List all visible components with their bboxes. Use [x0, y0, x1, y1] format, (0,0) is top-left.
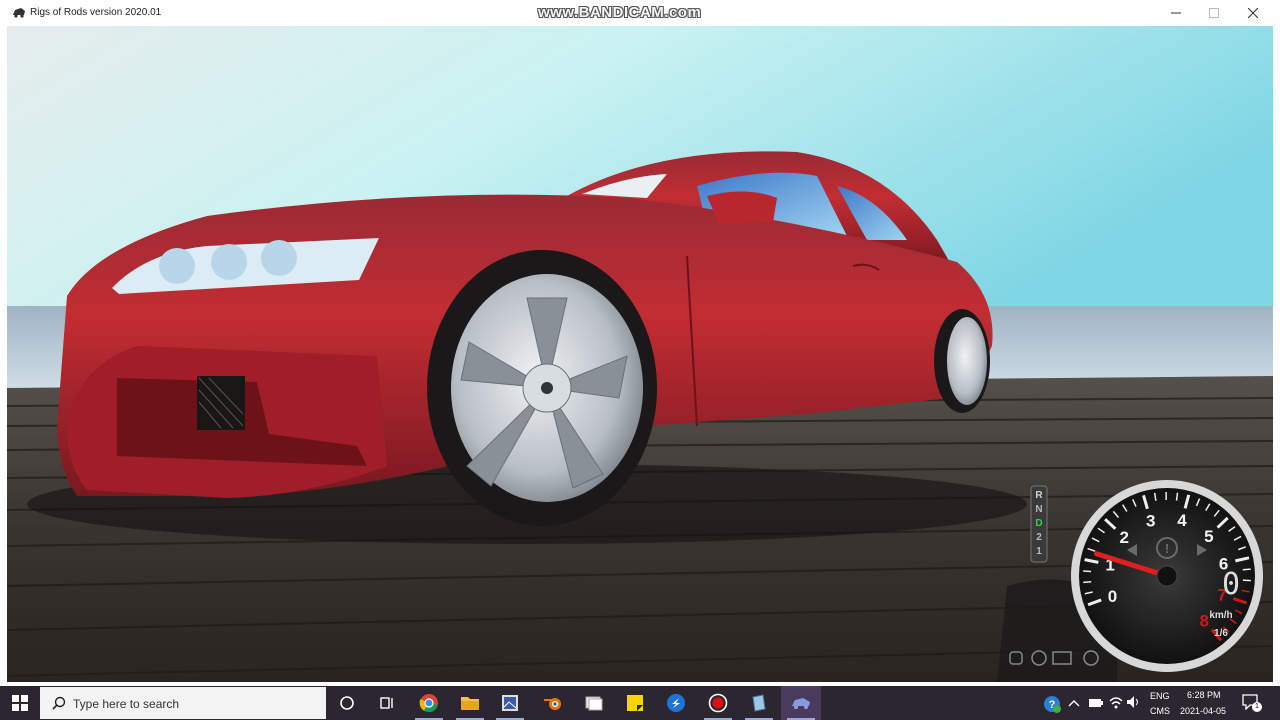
- taskbar-app-sticky-notes[interactable]: [615, 686, 655, 720]
- bandicam-icon: [708, 693, 728, 713]
- close-button[interactable]: [1233, 0, 1273, 26]
- app-icon: [13, 8, 25, 18]
- taskbar-app-chrome[interactable]: [409, 686, 449, 720]
- taskbar-app-vpn[interactable]: [656, 686, 696, 720]
- blender-icon: [544, 698, 561, 710]
- rigs-of-rods-icon: [792, 698, 810, 710]
- minimize-button[interactable]: [1156, 0, 1196, 26]
- battery-icon[interactable]: [1088, 697, 1104, 709]
- tach-label: 3: [1146, 511, 1155, 530]
- shifter-position-label: 1: [1036, 546, 1042, 557]
- shifter-position-label: R: [1035, 490, 1043, 501]
- windows-logo-icon: [12, 695, 28, 711]
- close-icon: [1248, 8, 1258, 18]
- game-viewport[interactable]: RND21 012345678 ! 0 km/h 1/6: [7, 26, 1273, 682]
- shifter-position-label: 2: [1036, 532, 1042, 543]
- language-indicator[interactable]: ENG: [1150, 691, 1170, 701]
- chevron-up-icon[interactable]: [1068, 698, 1080, 708]
- shifter-position-label: D: [1035, 518, 1042, 529]
- cortana-button[interactable]: [327, 686, 367, 720]
- game-window: Rigs of Rods version 2020.01 www.BANDICA…: [0, 0, 1280, 686]
- notepad-icon: [752, 694, 766, 712]
- speed-readout: 0: [1222, 567, 1240, 602]
- notification-center-button[interactable]: 1: [1242, 694, 1262, 712]
- clock-time[interactable]: 6:28 PM: [1187, 690, 1221, 700]
- taskbar-app-gallery[interactable]: [574, 686, 614, 720]
- keyboard-layout-indicator[interactable]: CMS: [1150, 706, 1170, 716]
- notification-badge: 1: [1252, 702, 1262, 712]
- sticky-notes-icon: [627, 695, 643, 711]
- maximize-button[interactable]: [1194, 0, 1234, 26]
- network-icon[interactable]: [1108, 695, 1124, 709]
- cortana-icon: [340, 696, 354, 710]
- taskbar-app-bandicam[interactable]: [698, 686, 738, 720]
- tach-label: 8: [1200, 611, 1209, 630]
- task-view-button[interactable]: [367, 686, 407, 720]
- taskbar-app-image-viewer[interactable]: [490, 686, 530, 720]
- taskbar-search-box[interactable]: Type here to search: [40, 687, 326, 719]
- search-placeholder: Type here to search: [73, 697, 180, 711]
- taskbar: Type here to search ? ENG CMS 6:28 PM 20…: [0, 686, 1280, 720]
- taskbar-app-rigs-of-rods[interactable]: [781, 686, 821, 720]
- chrome-icon: [419, 694, 438, 713]
- front-wheel: [427, 250, 657, 526]
- svg-text:!: !: [1165, 541, 1169, 556]
- tach-label: 0: [1108, 587, 1117, 606]
- clock-date[interactable]: 2021-04-05: [1180, 706, 1226, 716]
- tach-minor-tick: [1175, 492, 1179, 501]
- rear-wheel: [934, 309, 990, 413]
- gear-shifter: RND 2 1: [1030, 485, 1048, 563]
- tach-minor-tick: [1242, 568, 1251, 571]
- tach-label: 5: [1204, 527, 1213, 546]
- task-view-icon: [380, 697, 393, 709]
- shifter-position-label: N: [1035, 504, 1042, 515]
- tach-label: 2: [1120, 528, 1129, 547]
- tach-label: 4: [1177, 511, 1187, 530]
- volume-icon[interactable]: [1126, 695, 1142, 709]
- window-title: Rigs of Rods version 2020.01: [30, 7, 162, 18]
- bandicam-watermark: www.BANDICAM.com: [538, 4, 702, 21]
- maximize-icon: [1209, 8, 1219, 18]
- file-explorer-icon: [461, 697, 479, 710]
- image-viewer-icon: [502, 695, 518, 711]
- taskbar-app-file-explorer[interactable]: [450, 686, 490, 720]
- taskbar-app-notepad[interactable]: [739, 686, 779, 720]
- gear-readout: 1/6: [1214, 628, 1228, 639]
- start-button[interactable]: [0, 686, 40, 720]
- minimize-icon: [1171, 12, 1181, 14]
- tach-minor-tick: [1083, 581, 1092, 584]
- gallery-icon: [585, 696, 603, 711]
- title-bar[interactable]: Rigs of Rods version 2020.01 www.BANDICA…: [0, 0, 1280, 26]
- vpn-icon: [667, 694, 685, 712]
- tachometer: 0123 45678 ! 0 km/h 1/6: [1071, 480, 1263, 672]
- help-icon[interactable]: ?: [1042, 694, 1062, 714]
- search-icon: [52, 696, 66, 710]
- taskbar-app-blender[interactable]: [533, 686, 573, 720]
- speed-unit: km/h: [1209, 610, 1232, 621]
